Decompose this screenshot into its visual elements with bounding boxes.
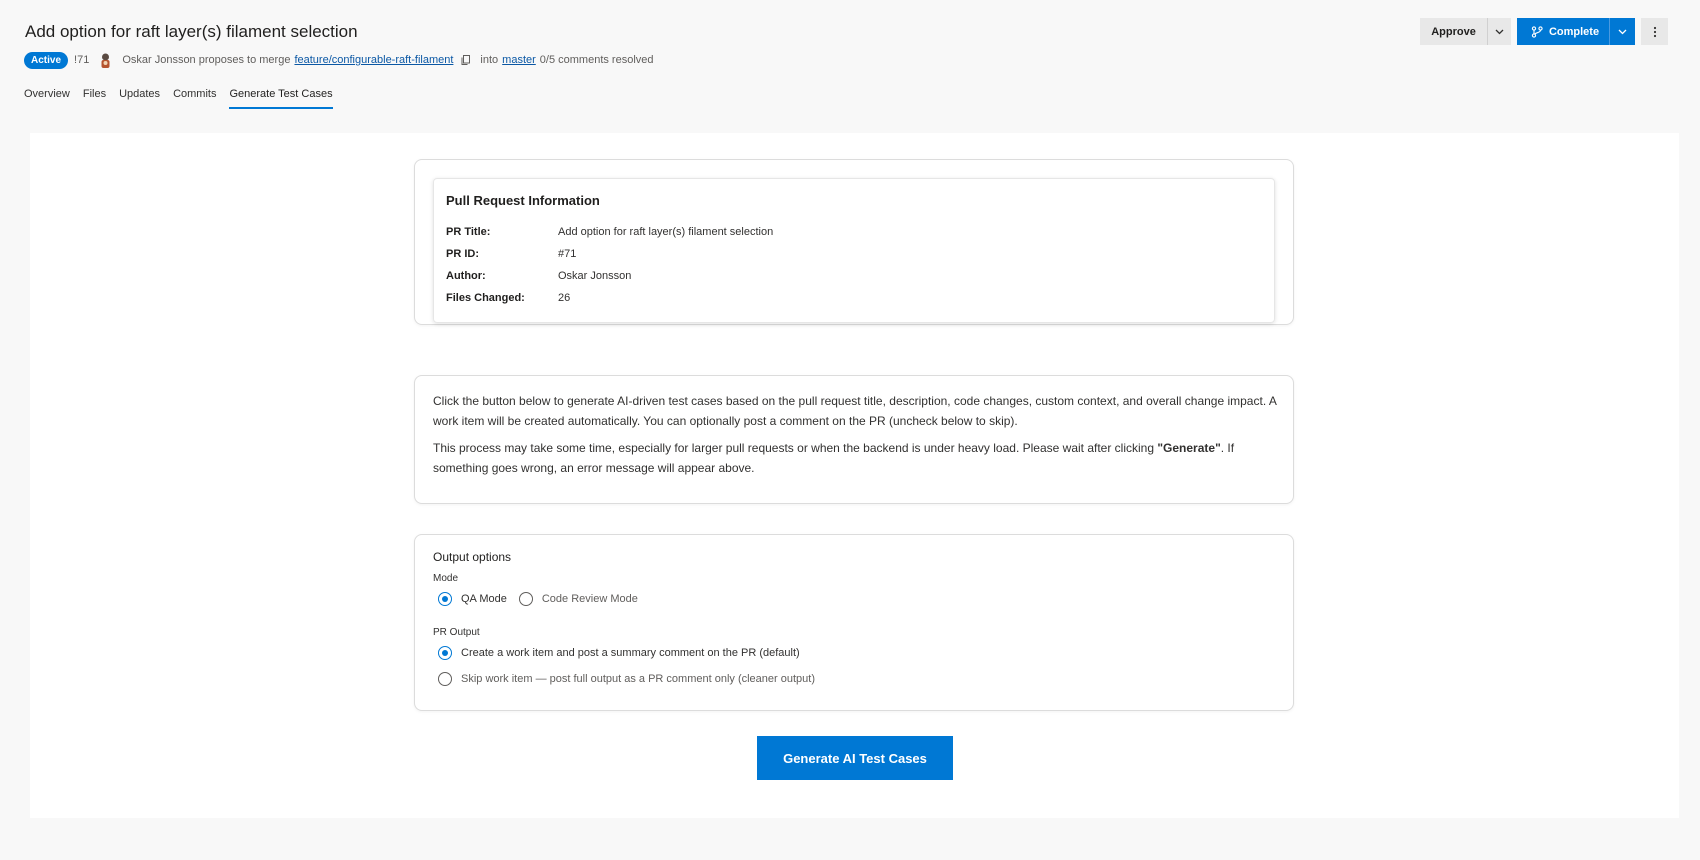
create-work-item-label[interactable]: Create a work item and post a summary co… [461,647,800,659]
approve-options-button[interactable] [1487,18,1511,45]
skip-work-item-label[interactable]: Skip work item — post full output as a P… [461,673,815,685]
pr-info-row: PR Title: Add option for raft layer(s) f… [446,226,773,238]
create-work-item-radio[interactable] [438,646,452,660]
pr-info-label: PR Title: [446,226,491,238]
pr-info-label: Files Changed: [446,292,525,304]
pr-output-option: Skip work item — post full output as a P… [438,672,815,686]
pr-info-row: Author: Oskar Jonsson [446,270,631,282]
target-branch-link[interactable]: master [502,54,536,66]
pr-tabs: Overview Files Updates Commits Generate … [24,88,346,109]
complete-button[interactable]: Complete [1517,18,1609,45]
generate-emphasis: "Generate" [1157,441,1221,455]
tab-commits[interactable]: Commits [173,88,216,109]
description-para-2: This process may take some time, especia… [433,439,1278,478]
qa-mode-radio[interactable] [438,592,452,606]
description-para-2-start: This process may take some time, especia… [433,441,1158,455]
source-branch-link[interactable]: feature/configurable-raft-filament [294,54,453,66]
description-card: Click the button below to generate AI-dr… [414,375,1294,504]
comments-resolved: 0/5 comments resolved [539,54,654,66]
pr-info-card: Pull Request Information PR Title: Add o… [414,159,1294,325]
mode-radio-group: QA Mode Code Review Mode [438,592,638,606]
output-options-card: Output options Mode QA Mode Code Review … [414,534,1294,711]
pr-header: Add option for raft layer(s) filament se… [0,0,1700,130]
pr-info-row: Files Changed: 26 [446,292,570,304]
pr-meta-line: Active !71 Oskar Jonsson proposes to mer… [24,51,654,69]
pr-info-value: #71 [558,248,577,260]
approve-button[interactable]: Approve [1420,18,1487,45]
code-review-mode-radio[interactable] [518,592,533,606]
pr-info-inner: Pull Request Information PR Title: Add o… [433,178,1275,323]
tab-updates[interactable]: Updates [119,88,160,109]
copy-icon[interactable] [460,54,472,66]
pr-info-value: Oskar Jonsson [558,270,632,282]
author-text: Oskar Jonsson proposes to merge [122,54,291,66]
pr-info-value: 26 [558,292,571,304]
generate-ai-test-cases-button[interactable]: Generate AI Test Cases [757,736,953,780]
pr-number: !71 [74,54,90,66]
pr-output-label: PR Output [433,627,480,638]
into-text: into [480,54,499,66]
pr-actions: Approve Complete [1420,18,1668,45]
tab-overview[interactable]: Overview [24,88,70,109]
chevron-down-icon [1618,29,1627,35]
pr-info-title: Pull Request Information [446,193,600,208]
description-para-1: Click the button below to generate AI-dr… [433,394,1277,428]
more-vertical-icon [1653,26,1656,37]
status-badge: Active [24,51,69,69]
avatar[interactable] [97,52,114,69]
approve-group: Approve [1420,18,1511,45]
tab-files[interactable]: Files [83,88,106,109]
complete-options-button[interactable] [1609,18,1635,45]
pr-info-row: PR ID: #71 [446,248,576,260]
pr-title: Add option for raft layer(s) filament se… [25,22,358,41]
output-options-title: Output options [433,550,512,564]
mode-label: Mode [433,573,459,584]
branch-merge-icon [1531,25,1543,38]
more-actions-button[interactable] [1641,18,1668,45]
pr-info-label: Author: [446,270,486,282]
pr-info-value: Add option for raft layer(s) filament se… [558,226,774,238]
code-review-mode-label[interactable]: Code Review Mode [542,593,638,605]
complete-label: Complete [1548,25,1600,38]
pr-output-option: Create a work item and post a summary co… [438,646,800,660]
skip-work-item-radio[interactable] [438,672,452,686]
generate-test-cases-panel: Pull Request Information PR Title: Add o… [30,133,1679,818]
pr-info-label: PR ID: [446,248,479,260]
qa-mode-label[interactable]: QA Mode [461,593,507,605]
chevron-down-icon [1495,29,1504,35]
tab-generate-test-cases[interactable]: Generate Test Cases [229,88,333,109]
complete-group: Complete [1517,18,1635,45]
